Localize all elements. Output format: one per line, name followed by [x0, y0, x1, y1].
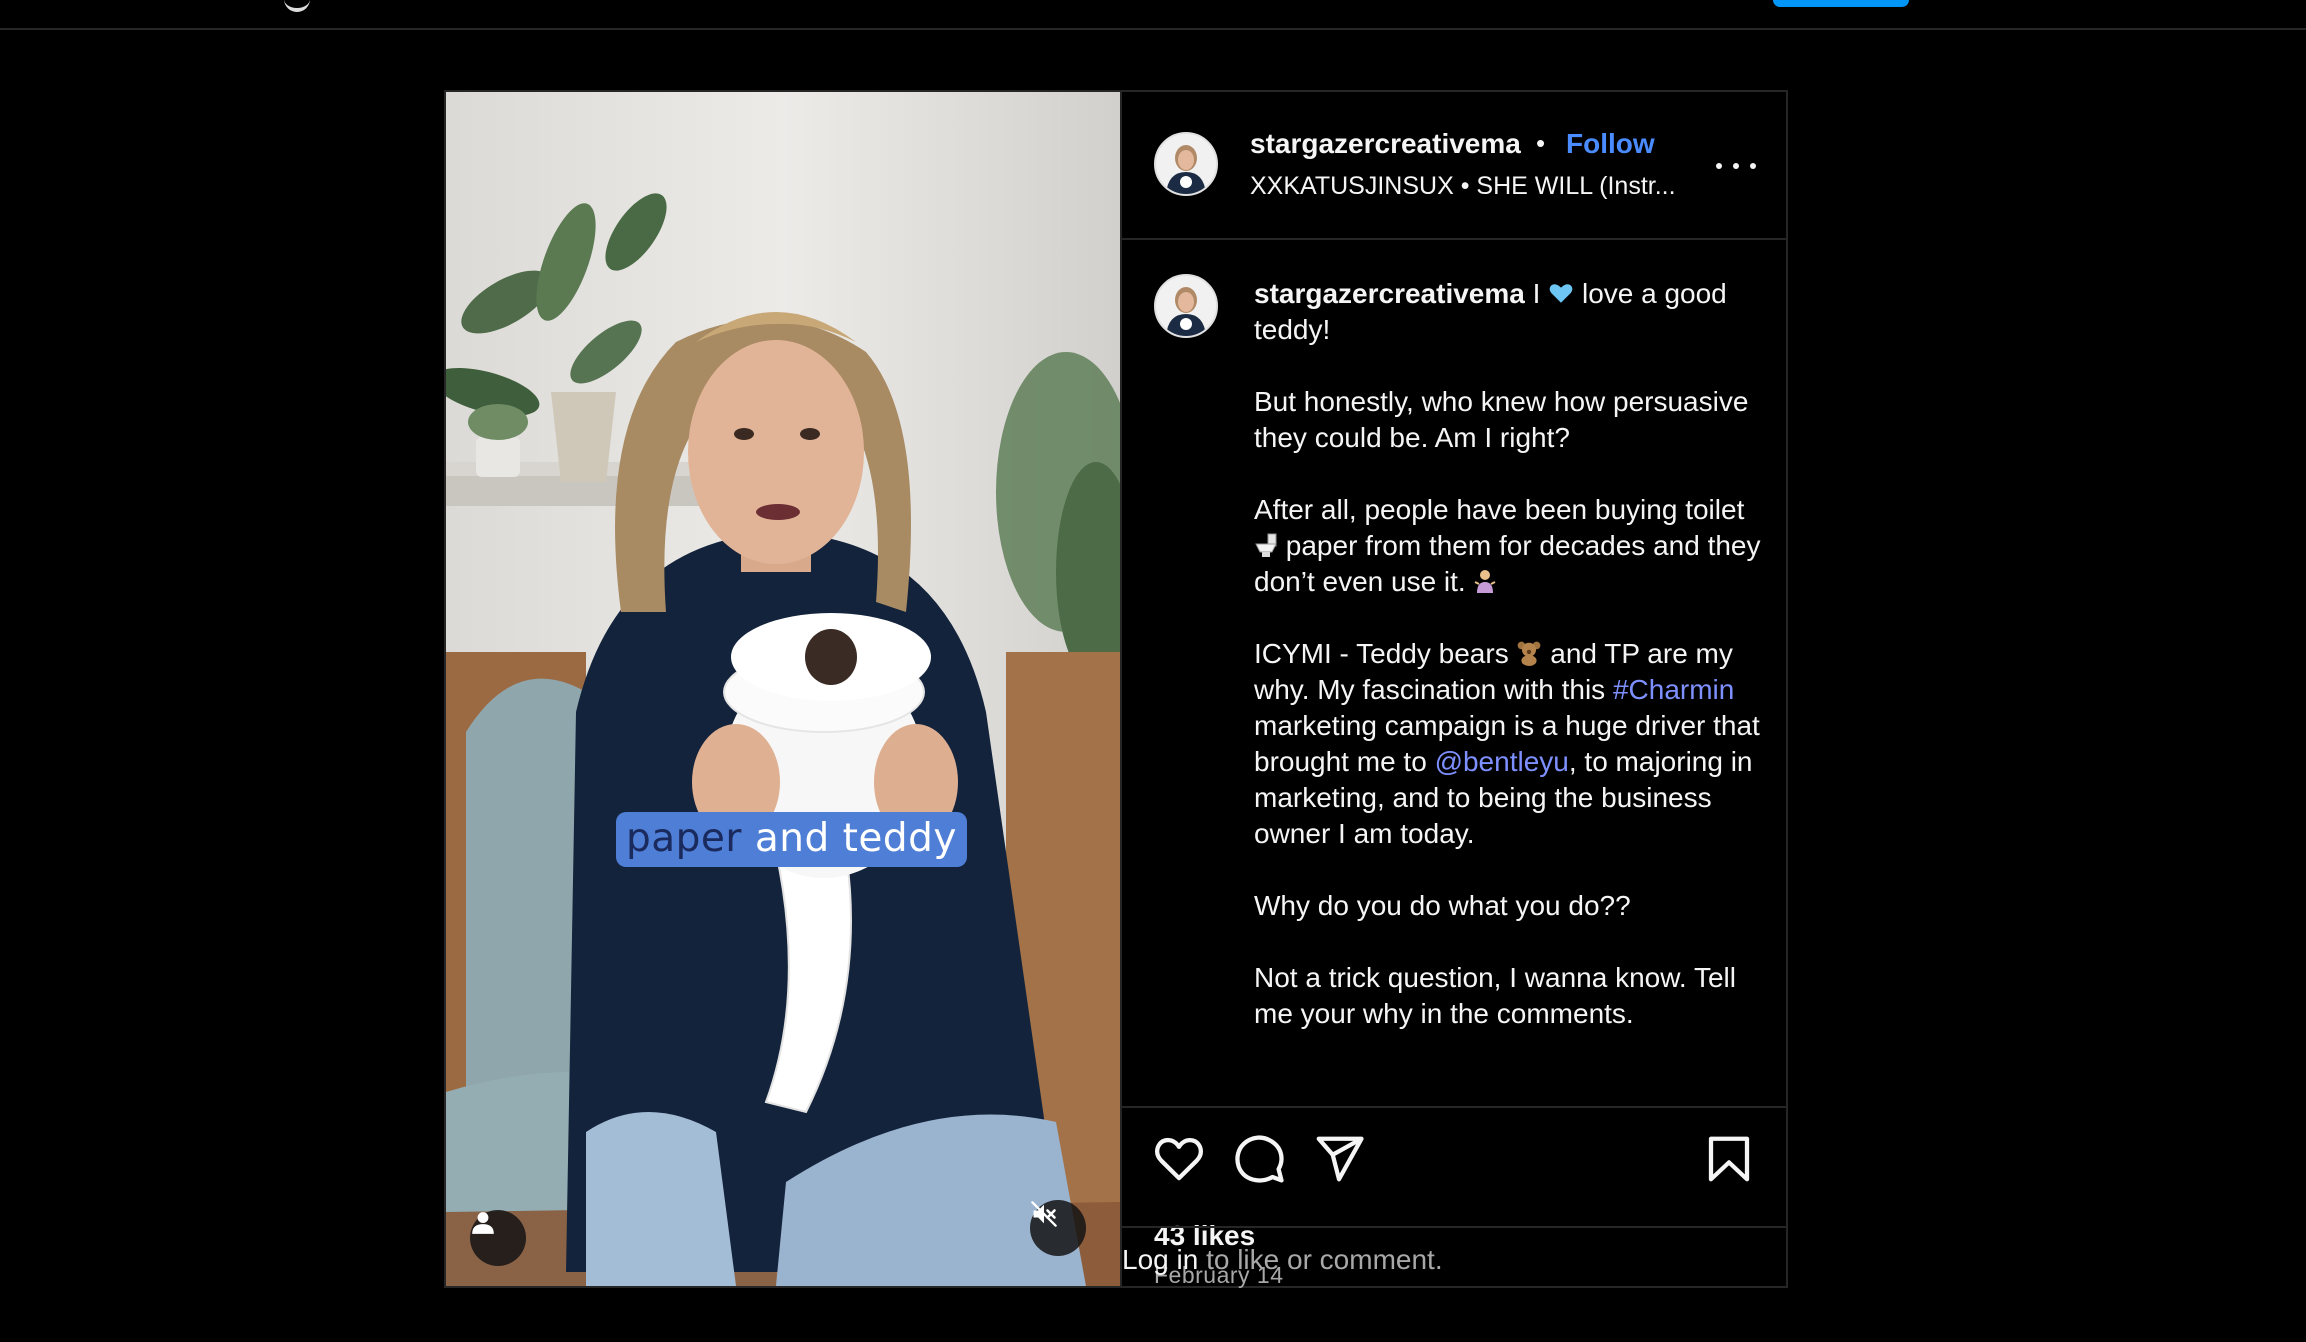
more-options-icon[interactable] — [1716, 160, 1756, 172]
instagram-logo[interactable] — [284, 0, 310, 12]
post-sidebar: stargazercreativema • Follow XXKATUSJINS… — [1120, 92, 1786, 1288]
caption-paragraph: Why do you do what you do?? — [1254, 890, 1631, 921]
share-icon[interactable] — [1312, 1132, 1366, 1186]
login-link[interactable]: Log in — [1122, 1244, 1198, 1275]
top-nav-bar — [0, 0, 2306, 30]
like-icon[interactable] — [1152, 1132, 1206, 1186]
post-video[interactable]: paper and teddy — [446, 92, 1120, 1286]
login-prompt-bar: Log in to like or comment. — [1122, 1226, 1786, 1288]
audio-artist[interactable]: XXKATUSJINSUX — [1250, 172, 1454, 200]
login-prompt-text: to like or comment. — [1206, 1244, 1443, 1275]
user-tag-button[interactable] — [470, 1210, 526, 1266]
caption-word-rest: and teddy — [754, 816, 958, 861]
author-avatar[interactable] — [1154, 132, 1218, 196]
save-icon[interactable] — [1702, 1132, 1756, 1186]
audio-info[interactable]: XXKATUSJINSUX • SHE WILL (Instr... — [1250, 172, 1676, 201]
video-frame — [446, 92, 1120, 1286]
user-tag-icon — [472, 1212, 494, 1234]
comment-icon[interactable] — [1232, 1132, 1286, 1186]
caption-username[interactable]: stargazercreativema — [1254, 278, 1525, 309]
separator-dot: • — [1536, 128, 1546, 158]
avatar-image — [1156, 276, 1216, 336]
comments-section[interactable]: stargazercreativema I love a good teddy!… — [1122, 240, 1786, 1106]
shrug-emoji-icon — [1475, 570, 1496, 593]
post-header: stargazercreativema • Follow XXKATUSJINS… — [1122, 92, 1786, 240]
top-login-button[interactable] — [1773, 0, 1909, 7]
caption-word-highlighted: paper — [626, 816, 742, 861]
mute-icon — [1031, 1201, 1057, 1227]
caption-paragraph: But honestly, who knew how persuasive th… — [1254, 386, 1749, 453]
toilet-icon — [1255, 533, 1277, 557]
audio-title[interactable]: SHE WILL (Instr... — [1476, 172, 1675, 200]
caption-text: paper from them for decades and they don… — [1254, 530, 1761, 597]
caption-author-avatar[interactable] — [1154, 274, 1218, 338]
video-caption-overlay: paper and teddy — [616, 812, 968, 867]
follow-button[interactable]: Follow — [1566, 128, 1655, 160]
teddy-bear-icon — [1518, 641, 1541, 666]
post-modal: paper and teddy stargazercreativema • Fo… — [444, 90, 1788, 1288]
caption-text: ICYMI - Teddy bears — [1254, 638, 1509, 669]
hashtag-link[interactable]: #Charmin — [1613, 674, 1734, 705]
audio-separator: • — [1460, 172, 1470, 200]
caption-text: I — [1532, 278, 1541, 309]
login-prompt: Log in to like or comment. — [1122, 1244, 1443, 1276]
mute-button[interactable] — [1030, 1200, 1086, 1256]
blue-heart-icon — [1549, 284, 1573, 303]
author-username[interactable]: stargazercreativema — [1250, 128, 1521, 160]
caption-text: After all, people have been buying toile… — [1254, 494, 1745, 525]
post-caption: stargazercreativema I love a good teddy!… — [1254, 276, 1768, 1068]
avatar-image — [1156, 134, 1216, 194]
mention-link[interactable]: @bentleyu — [1435, 746, 1569, 777]
caption-paragraph: Not a trick question, I wanna know. Tell… — [1254, 962, 1736, 1029]
